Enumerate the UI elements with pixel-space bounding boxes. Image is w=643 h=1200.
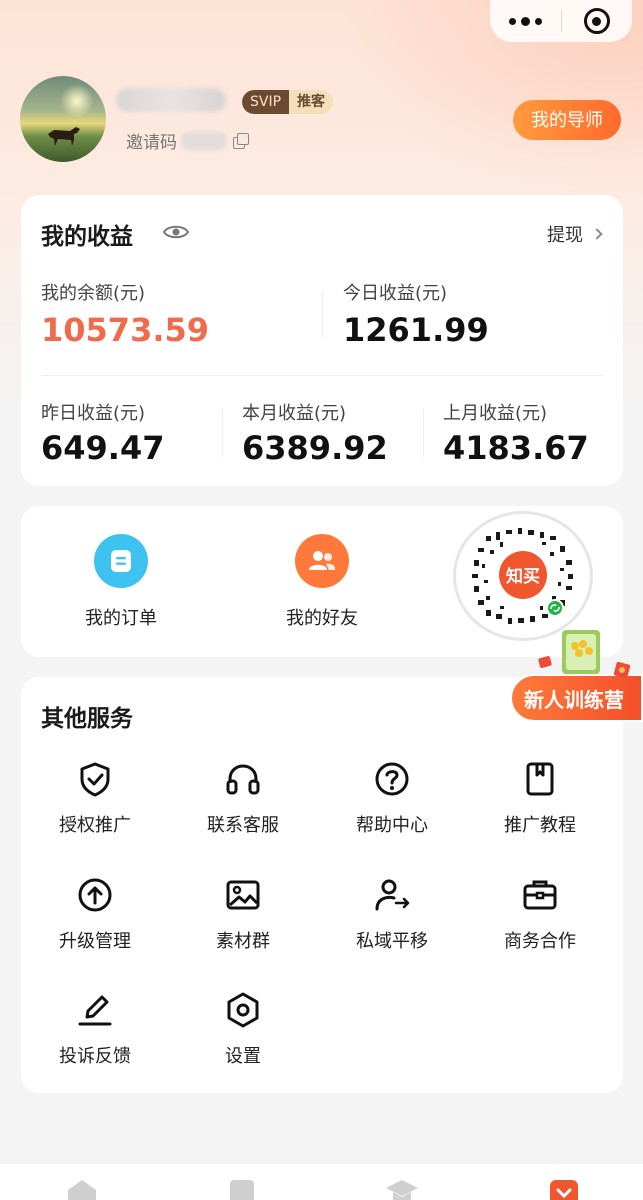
briefcase-icon <box>523 880 557 910</box>
divider-vertical <box>222 409 223 457</box>
document-tab-icon[interactable] <box>224 1176 260 1200</box>
withdraw-label: 提现 <box>547 225 583 246</box>
chevron-right-icon <box>591 228 603 240</box>
service-label: 推广教程 <box>504 815 576 836</box>
edit-icon <box>78 995 112 1026</box>
invite-code-row: 邀请码 <box>126 128 249 153</box>
red-gift-icon <box>538 656 552 668</box>
divider-vertical <box>322 291 323 339</box>
service-material-group[interactable]: 素材群 <box>169 875 317 953</box>
divider-horizontal <box>41 375 603 376</box>
my-orders-label: 我的订单 <box>85 608 157 629</box>
book-coins-illustration <box>562 630 600 674</box>
graduation-cap-tab-icon[interactable] <box>384 1176 420 1200</box>
service-private-domain-transfer[interactable]: 私域平移 <box>318 875 466 953</box>
horse-image <box>48 127 80 146</box>
service-label: 帮助中心 <box>356 815 428 836</box>
user-transfer-icon <box>375 879 410 911</box>
invite-code-label: 邀请码 <box>126 133 177 153</box>
svip-badge: SVIP 推客 <box>242 90 334 114</box>
avatar[interactable] <box>20 76 106 162</box>
more-dots-icon[interactable] <box>490 0 561 42</box>
username-blurred <box>116 88 226 112</box>
qr-brand-text: 知买 <box>505 566 540 587</box>
service-auth-promotion[interactable]: 授权推广 <box>21 759 169 837</box>
arrow-up-circle-icon <box>78 878 112 912</box>
other-services-card: 其他服务 授权推广 联系客服 帮助中心 推广教程 升级管理 素材群 私域平移 商… <box>21 677 623 1093</box>
service-upgrade-management[interactable]: 升级管理 <box>21 875 169 953</box>
red-envelope-icon <box>613 661 631 679</box>
headphones-icon <box>226 764 260 795</box>
copy-icon[interactable] <box>233 132 249 149</box>
service-customer-support[interactable]: 联系客服 <box>169 759 317 837</box>
service-label: 联系客服 <box>207 815 279 836</box>
services-title: 其他服务 <box>41 706 133 732</box>
service-label: 投诉反馈 <box>59 1046 131 1067</box>
service-business-cooperation[interactable]: 商务合作 <box>466 875 614 953</box>
image-icon <box>226 880 260 910</box>
my-orders-button[interactable]: 我的订单 <box>56 534 186 630</box>
bottom-tab-bar <box>0 1164 643 1200</box>
invite-code-blurred <box>181 131 227 150</box>
month-label: 本月收益(元) <box>242 403 347 424</box>
earnings-card: 我的收益 提现 我的余额(元) 10573.59 今日收益(元) 1261.99… <box>21 195 623 486</box>
service-complaint-feedback[interactable]: 投诉反馈 <box>21 990 169 1068</box>
miniprogram-qr-code[interactable]: 知买 <box>456 514 590 638</box>
last-month-label: 上月收益(元) <box>443 403 548 424</box>
miniprogram-capsule <box>490 0 632 42</box>
balance-value: 10573.59 <box>41 311 210 349</box>
yesterday-label: 昨日收益(元) <box>41 403 146 424</box>
service-label: 私域平移 <box>356 931 428 952</box>
yesterday-value: 649.47 <box>41 429 165 467</box>
recommender-label: 推客 <box>289 90 334 114</box>
service-label: 授权推广 <box>59 815 131 836</box>
eye-icon[interactable] <box>163 223 189 241</box>
book-icon <box>526 762 554 796</box>
home-tab-icon[interactable] <box>64 1176 100 1200</box>
earnings-title: 我的收益 <box>41 224 133 250</box>
settings-hexagon-icon <box>227 992 259 1028</box>
balance-label: 我的余额(元) <box>41 283 146 304</box>
service-label: 升级管理 <box>59 931 131 952</box>
service-help-center[interactable]: 帮助中心 <box>318 759 466 837</box>
profile-header: SVIP 推客 邀请码 我的导师 <box>20 76 623 166</box>
newbie-training-camp-button[interactable]: 新人训练营 <box>510 674 643 722</box>
service-label: 设置 <box>225 1046 261 1067</box>
last-month-value: 4183.67 <box>443 429 589 467</box>
friends-icon <box>295 534 349 588</box>
today-label: 今日收益(元) <box>343 283 448 304</box>
service-settings[interactable]: 设置 <box>169 990 317 1068</box>
service-label: 素材群 <box>216 931 270 952</box>
today-value: 1261.99 <box>343 311 489 349</box>
question-circle-icon <box>375 762 409 796</box>
withdraw-link[interactable]: 提现 <box>547 221 603 247</box>
my-friends-button[interactable]: 我的好友 <box>257 534 387 630</box>
month-value: 6389.92 <box>242 429 388 467</box>
profile-tab-icon[interactable] <box>546 1176 582 1200</box>
shield-check-icon <box>80 762 110 797</box>
divider-vertical <box>423 409 424 457</box>
my-friends-label: 我的好友 <box>286 608 358 629</box>
svip-label: SVIP <box>242 90 290 114</box>
my-mentor-button[interactable]: 我的导师 <box>513 100 621 140</box>
order-icon <box>94 534 148 588</box>
target-circle-icon[interactable] <box>562 0 633 42</box>
service-promotion-tutorial[interactable]: 推广教程 <box>466 759 614 837</box>
service-label: 商务合作 <box>504 931 576 952</box>
